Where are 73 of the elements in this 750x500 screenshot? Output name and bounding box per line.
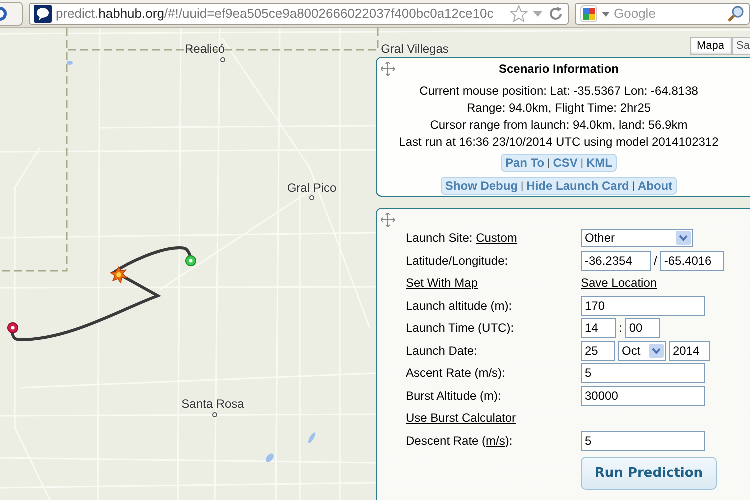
input-field[interactable]: 5 [581,430,705,451]
run-prediction-button[interactable]: Run Prediction [581,457,717,490]
field-link[interactable]: m/s [486,434,506,448]
field-label: Ascent Rate (m/s): [406,366,506,380]
input-field[interactable]: 00 [625,318,660,338]
field-label: Launch Date: [406,344,478,358]
panel-link[interactable]: Pan To [505,156,545,170]
search-icon[interactable] [727,4,745,22]
input-field[interactable]: 30000 [581,386,705,406]
link-separator: | [580,158,584,168]
town-label: Santa Rosa [182,397,244,411]
input-field[interactable]: 2014 [669,340,710,361]
town-label: Gral Pico [287,181,337,195]
input-field[interactable]: 25 [581,340,615,361]
link-separator: | [548,158,550,168]
map-type-tab[interactable]: Mapa [690,37,732,55]
circle-logo-icon [0,6,7,20]
field-label: Burst Altitude (m): [406,388,502,403]
info-line: Cursor range from launch: 94.0km, land: 56.9km [430,117,688,134]
town-dot [310,196,314,200]
field-label: Launch Site: [406,231,474,246]
link-separator: | [521,180,524,192]
field-label: ): [505,434,513,448]
google-logo-icon [580,4,598,22]
lake [266,454,274,462]
info-line: Range: 94.0km, Flight Time: 2hr25 [466,100,652,117]
burst-marker-icon [110,266,128,284]
town-dot [220,58,226,62]
text-link[interactable]: Save Location [581,276,658,290]
panel-link[interactable]: About [638,179,673,193]
move-handle-icon[interactable] [381,62,395,76]
caret-icon[interactable] [602,10,610,18]
field-label: Launch Time (UTC): [406,321,516,336]
town-label: Realicó [184,42,226,56]
field-link[interactable]: Custom [476,231,518,246]
site-dropdown[interactable]: Other [581,229,693,248]
site-favicon-icon [34,4,52,22]
input-field[interactable]: 14 [581,318,616,338]
lake [308,432,316,444]
dropdown-arrow-icon[interactable] [532,8,544,18]
field-separator: / [654,254,658,268]
info-line: Last run at 16:36 23/10/2014 UTC using model 2014102312 [399,134,719,151]
url-text: predict.habhub.org/#!/uuid=ef9ea505ce9a8002666022037f400bc0a12ce10c [56,6,495,21]
panel-link[interactable]: KML [586,156,613,170]
reload-icon[interactable] [548,6,564,22]
info-line: Current mouse position: Lat: -35.5367 Lon: -64.8138 [420,83,698,100]
landing-marker-icon [8,322,18,334]
panel-title: Scenario Information [498,62,620,76]
field-label: Descent Rate ( [406,434,486,448]
panel-link[interactable]: CSV [553,156,578,170]
town-label: Gral Villegas [381,42,449,56]
input-field[interactable]: -36.2354 [581,250,651,271]
month-dropdown[interactable]: Oct [618,340,666,361]
town-dot [212,412,218,418]
field-label: Launch altitude (m): [406,298,514,313]
field-label: Latitude/Longitude: [406,254,510,268]
link-separator: | [632,180,635,192]
lake [67,61,73,65]
launch-marker-icon [186,256,196,266]
text-link[interactable]: Set With Map [406,276,478,290]
star-icon[interactable] [510,4,528,22]
panel-link[interactable]: Show Debug [445,179,518,193]
input-field[interactable]: 5 [581,363,705,384]
search-placeholder: Google [614,6,657,21]
text-link[interactable]: Use Burst Calculator [406,411,516,426]
address-bar[interactable]: predict.habhub.org/#!/uuid=ef9ea505ce9a8002666022037f400bc0a12ce10c [29,2,569,24]
panel-link[interactable]: Hide Launch Card [526,179,630,193]
input-field[interactable]: -65.4016 [660,250,724,271]
map-type-tab[interactable]: Sa [732,37,750,55]
field-separator: : [619,321,622,336]
move-handle-icon[interactable] [381,213,395,227]
toolbar-button[interactable] [0,2,23,26]
input-field[interactable]: 170 [581,296,705,316]
